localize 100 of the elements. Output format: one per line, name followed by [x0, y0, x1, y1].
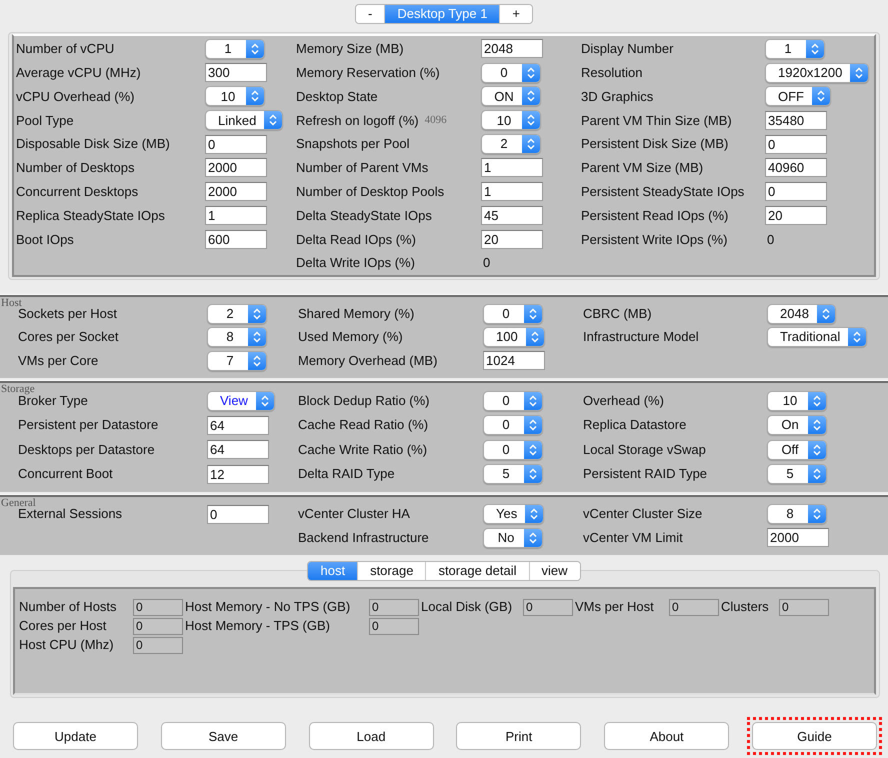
field-label: Local Storage vSwap — [583, 440, 706, 459]
field-label: Number of Desktop Pools — [296, 182, 444, 201]
field-label: Delta SteadyState IOps — [296, 206, 432, 225]
dropdown[interactable]: View — [207, 390, 275, 411]
input-field[interactable]: 35480 — [765, 110, 827, 130]
input-field[interactable]: 0 — [205, 134, 267, 154]
action-button[interactable]: Guide — [752, 722, 877, 750]
dropdown[interactable]: On — [767, 415, 827, 436]
field-label: vCPU Overhead (%) — [16, 88, 134, 106]
action-button[interactable]: Update — [13, 722, 138, 750]
field-label: Cores per Socket — [18, 328, 118, 346]
dropdown[interactable]: 5 — [767, 464, 827, 484]
field-label: Used Memory (%) — [298, 328, 403, 346]
input-field[interactable]: 2000 — [767, 528, 829, 548]
tab[interactable]: + — [499, 5, 532, 23]
dropdown[interactable]: 1 — [205, 38, 265, 59]
field-label: Memory Size (MB) — [296, 40, 404, 58]
dropdown[interactable]: 0 — [481, 62, 541, 83]
stepper-icon — [813, 419, 821, 432]
stepper-icon — [529, 419, 537, 432]
dropdown[interactable]: 2 — [207, 304, 267, 324]
input-field[interactable]: 64 — [207, 416, 269, 435]
input-field[interactable]: 45 — [481, 206, 543, 225]
value-text: 0 — [766, 230, 774, 249]
field-label: Memory Overhead (MB) — [298, 352, 438, 370]
dropdown[interactable]: 8 — [207, 327, 267, 348]
field-label: Infrastructure Model — [583, 328, 699, 346]
stepper-icon — [529, 394, 537, 407]
field-label: Host CPU (Mhz) — [19, 636, 115, 654]
action-button[interactable]: Save — [160, 722, 286, 750]
action-button[interactable]: Print — [456, 722, 582, 750]
input-field[interactable]: 40960 — [765, 158, 827, 178]
field-label: Memory Reservation (%) — [296, 64, 440, 82]
input-field[interactable]: 20 — [481, 230, 543, 249]
field-label: vCenter Cluster Size — [583, 505, 702, 524]
stepper-icon — [853, 331, 862, 344]
dropdown[interactable]: 1 — [765, 38, 825, 59]
input-field[interactable]: 12 — [207, 464, 269, 484]
action-button[interactable]: About — [604, 722, 730, 750]
dropdown[interactable]: 1920x1200 — [765, 62, 870, 83]
dropdown[interactable]: Yes — [483, 504, 544, 524]
dropdown[interactable]: 100 — [483, 327, 545, 348]
input-field[interactable]: 1 — [481, 182, 543, 202]
dropdown[interactable]: 10 — [481, 110, 541, 130]
dropdown[interactable]: No — [483, 528, 543, 548]
field-label: 3D Graphics — [581, 88, 654, 106]
dropdown[interactable]: 2 — [481, 134, 541, 154]
dropdown[interactable]: 0 — [483, 440, 543, 460]
input-field[interactable]: 0 — [765, 182, 827, 202]
dropdown[interactable]: 2048 — [767, 304, 836, 324]
dropdown[interactable]: 10 — [205, 86, 265, 106]
field-label: VMs per Core — [18, 352, 98, 370]
dropdown[interactable]: Traditional — [767, 327, 868, 348]
value-text: 0 — [482, 254, 490, 272]
field-label: vCenter Cluster HA — [298, 505, 410, 524]
field-label: Persistent Read IOps (%) — [581, 206, 728, 225]
field-label: Persistent SteadyState IOps — [581, 182, 744, 201]
stepper-icon — [813, 468, 821, 480]
field-label: Desktops per Datastore — [18, 440, 155, 459]
field-label: Block Dedup Ratio (%) — [298, 392, 430, 410]
field-label: Disposable Disk Size (MB) — [16, 135, 170, 154]
input-field[interactable]: 0 — [765, 134, 827, 154]
dropdown[interactable]: 0 — [483, 415, 543, 436]
dropdown[interactable]: OFF — [765, 86, 831, 106]
input-field[interactable]: 1 — [205, 206, 267, 225]
stepper-icon — [529, 468, 537, 480]
stepper-icon — [530, 508, 538, 520]
dropdown[interactable]: Off — [767, 440, 827, 460]
input-field[interactable]: 20 — [765, 206, 827, 225]
input-field[interactable]: 0 — [207, 504, 269, 524]
input-field[interactable]: 600 — [205, 230, 267, 249]
field-label: Replica Datastore — [583, 416, 686, 434]
dropdown[interactable]: 8 — [767, 504, 827, 524]
input-field[interactable]: 1024 — [483, 351, 545, 370]
field-label: Parent VM Thin Size (MB) — [581, 112, 732, 130]
action-button[interactable]: Load — [308, 722, 434, 750]
dropdown[interactable]: 0 — [483, 390, 543, 411]
field-label: Cache Read Ratio (%) — [298, 416, 428, 434]
field-label: Persistent RAID Type — [583, 465, 708, 484]
stepper-icon — [260, 394, 269, 407]
input-field[interactable]: 1 — [481, 158, 543, 178]
stepper-icon — [817, 90, 825, 102]
dropdown[interactable]: 10 — [767, 390, 827, 411]
input-field[interactable]: 2000 — [205, 182, 267, 202]
input-field[interactable]: 2000 — [205, 158, 267, 178]
tab[interactable]: view — [528, 562, 580, 580]
dropdown[interactable]: Linked — [205, 110, 284, 130]
field-label: Overhead (%) — [583, 392, 664, 410]
dropdown[interactable]: 5 — [483, 464, 543, 484]
input-field[interactable]: 64 — [207, 440, 269, 460]
stepper-icon — [813, 508, 821, 520]
input-field[interactable]: 2048 — [481, 39, 543, 58]
input-field[interactable]: 300 — [205, 63, 267, 82]
field-label: Concurrent Boot — [18, 465, 113, 484]
dropdown[interactable]: ON — [481, 86, 541, 106]
dropdown[interactable]: 0 — [483, 304, 543, 324]
dropdown[interactable]: 7 — [207, 350, 267, 371]
stepper-icon — [529, 444, 537, 456]
stepper-icon — [251, 42, 259, 55]
note-text: 4096 — [424, 113, 447, 128]
